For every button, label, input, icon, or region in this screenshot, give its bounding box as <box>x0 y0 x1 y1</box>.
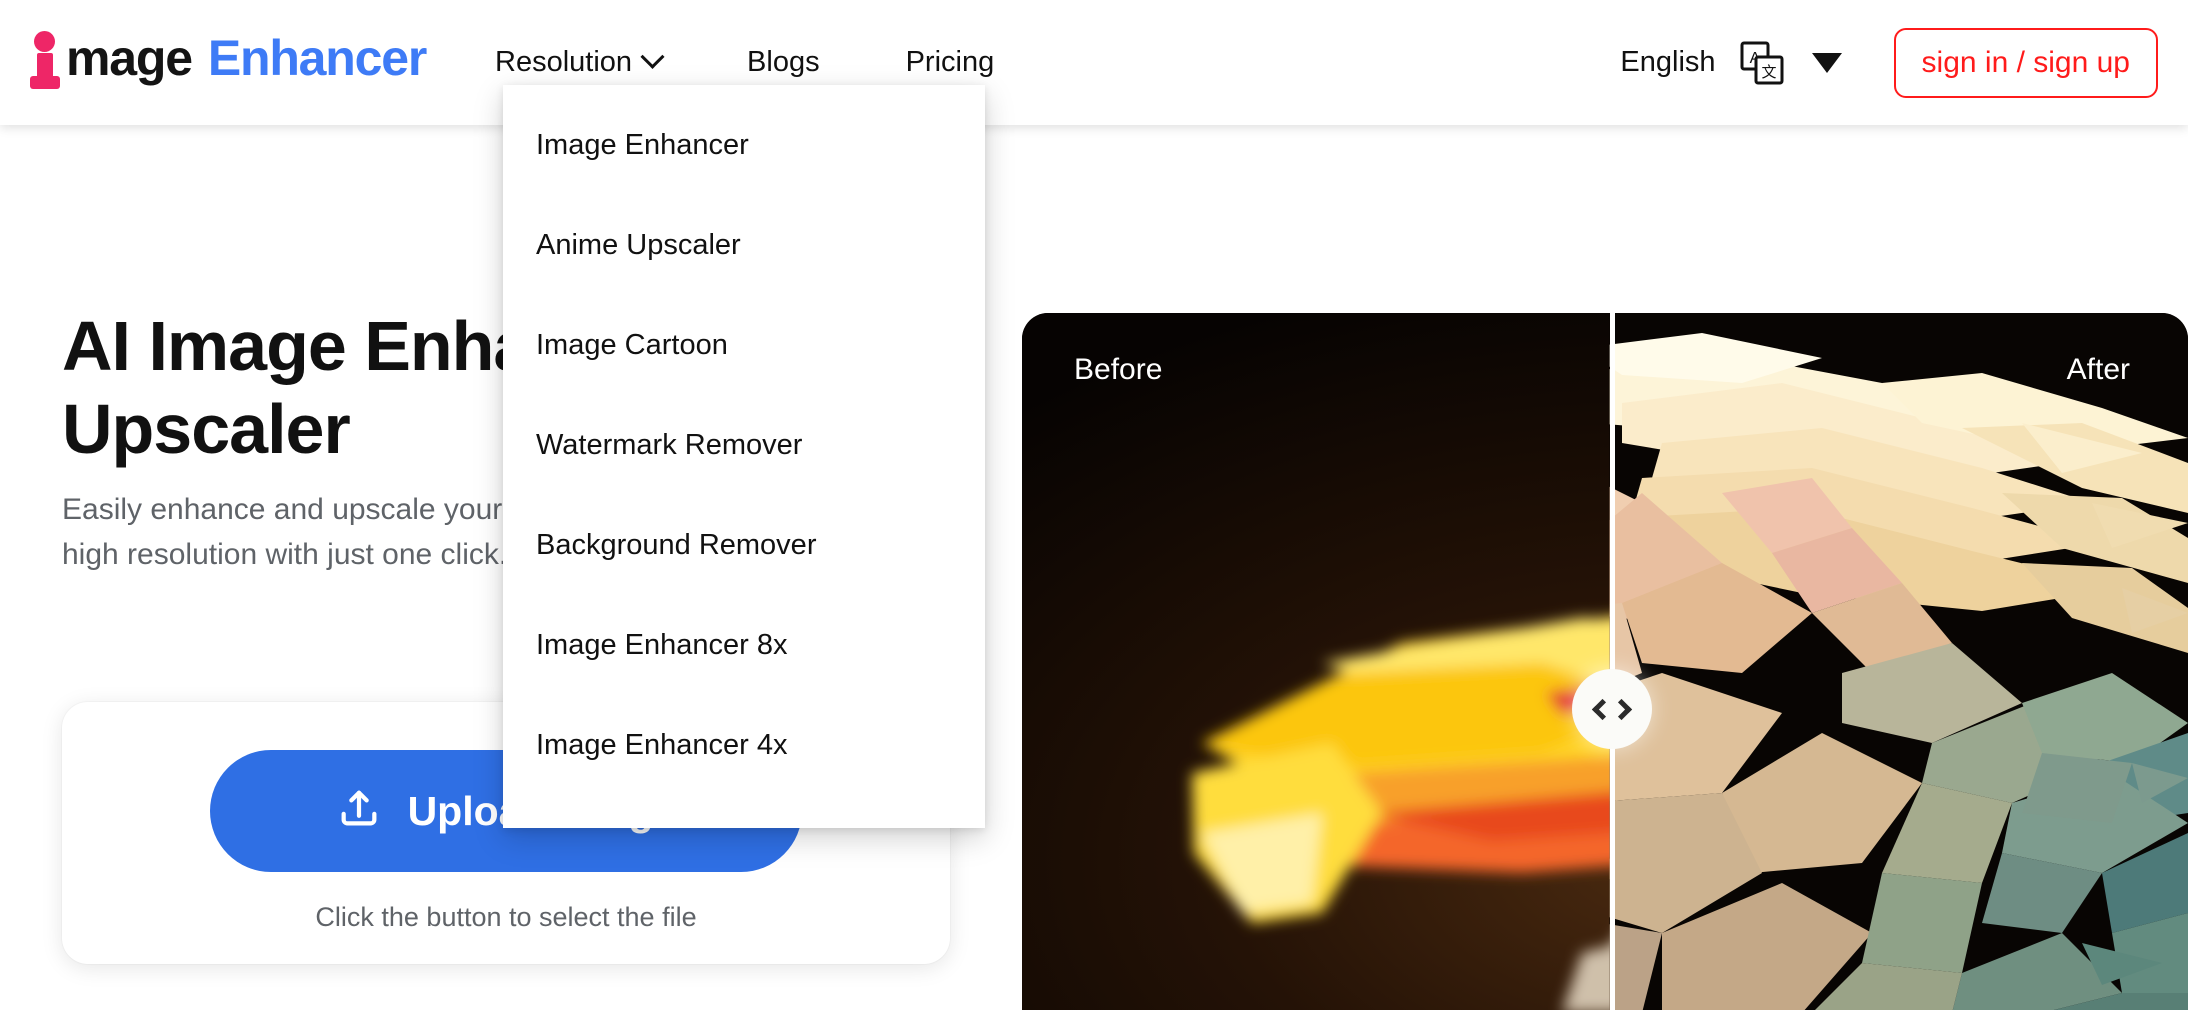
before-after-comparison[interactable]: Before After <box>1022 313 2188 1010</box>
dropdown-item-image-enhancer[interactable]: Image Enhancer <box>503 95 985 195</box>
comparison-divider <box>1610 313 1615 1010</box>
language-dropdown-caret-icon[interactable] <box>1811 52 1842 73</box>
dropdown-item-anime-upscaler[interactable]: Anime Upscaler <box>503 195 985 295</box>
logo-i-icon <box>30 29 62 89</box>
brand-name-secondary: Enhancer <box>207 30 427 86</box>
resolution-dropdown-menu: Image Enhancer Anime Upscaler Image Cart… <box>503 85 985 828</box>
after-label: After <box>2066 353 2130 386</box>
nav-item-pricing[interactable]: Pricing <box>906 46 995 79</box>
nav-item-resolution[interactable]: Resolution <box>495 44 665 79</box>
chevron-down-icon <box>640 44 665 69</box>
nav-item-label: Pricing <box>905 46 995 78</box>
comparison-slider-handle[interactable] <box>1572 669 1652 749</box>
site-header: mage Enhancer Resolution Blogs Pricing E… <box>0 0 2188 125</box>
translate-icon[interactable]: A 文 <box>1740 41 1784 85</box>
sign-in-sign-up-button[interactable]: sign in / sign up <box>1893 27 2158 98</box>
nav-item-label: Resolution <box>495 46 633 78</box>
dropdown-item-image-cartoon[interactable]: Image Cartoon <box>503 295 985 395</box>
upload-icon <box>336 787 382 836</box>
before-label: Before <box>1074 353 1163 386</box>
nav-item-blogs[interactable]: Blogs <box>747 46 820 79</box>
nav-item-label: Blogs <box>747 46 820 78</box>
page-root: mage Enhancer Resolution Blogs Pricing E… <box>0 0 2188 1010</box>
dropdown-item-background-remover[interactable]: Background Remover <box>503 495 985 595</box>
dropdown-item-image-enhancer-4x[interactable]: Image Enhancer 4x <box>503 695 985 795</box>
brand-name-primary: mage <box>66 30 193 86</box>
dropdown-item-watermark-remover[interactable]: Watermark Remover <box>503 395 985 495</box>
chevron-right-icon <box>1610 698 1633 720</box>
header-actions: English A 文 sign in / sign up <box>1620 0 2158 125</box>
dropdown-item-image-enhancer-8x[interactable]: Image Enhancer 8x <box>503 595 985 695</box>
upload-hint-text: Click the button to select the file <box>315 902 697 932</box>
language-label: English <box>1620 46 1716 78</box>
svg-text:文: 文 <box>1761 63 1776 81</box>
brand-logo[interactable]: mage Enhancer <box>30 22 427 94</box>
